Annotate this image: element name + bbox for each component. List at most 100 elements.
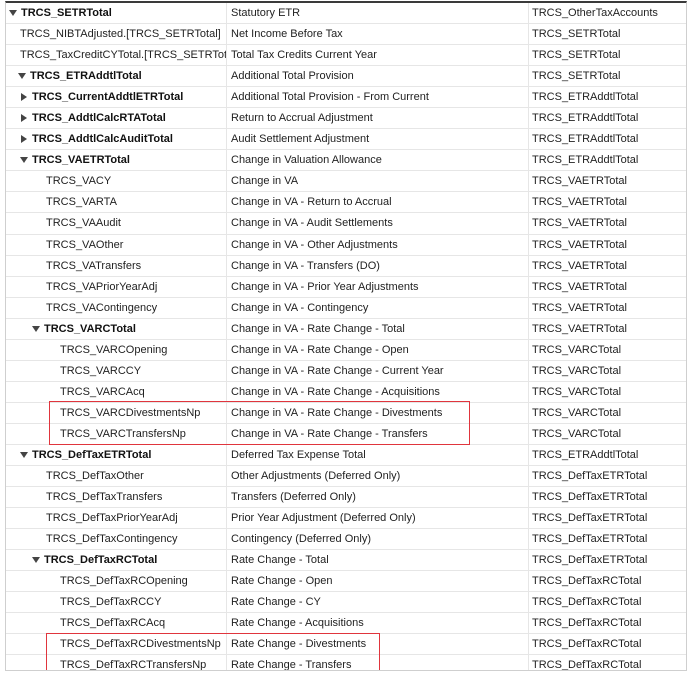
table-row[interactable]: TRCS_VARCDivestmentsNp Change in VA - Rat…	[6, 402, 686, 424]
table-row[interactable]: TRCS_VACY Change in VA TRCS_VAETRTotal	[6, 171, 686, 193]
member-name: TRCS_DefTaxRCDivestmentsNp	[60, 638, 221, 651]
member-parent: TRCS_VAETRTotal	[528, 171, 686, 192]
member-name: TRCS_VAContingency	[46, 301, 158, 314]
member-parent: TRCS_DefTaxRCTotal	[528, 613, 686, 634]
collapse-triangle-icon[interactable]	[21, 135, 27, 144]
member-parent: TRCS_VARCTotal	[528, 381, 686, 402]
table-row[interactable]: TRCS_CurrentAddtlETRTotal Additional Tota…	[6, 87, 686, 109]
table-row[interactable]: TRCS_DefTaxOther Other Adjustments (Defer…	[6, 466, 686, 488]
member-description: Rate Change - Open	[226, 571, 528, 592]
collapse-triangle-icon[interactable]	[21, 114, 27, 123]
member-description: Contingency (Deferred Only)	[226, 529, 528, 550]
table-row[interactable]: TRCS_VAPriorYearAdj Change in VA - Prior …	[6, 276, 686, 298]
table-row[interactable]: TRCS_VARCCY Change in VA - Rate Change - …	[6, 360, 686, 382]
member-name-cell: TRCS_ETRAddtlTotal	[6, 66, 226, 86]
member-name: TRCS_NIBTAdjusted.[TRCS_SETRTotal]	[20, 28, 221, 41]
member-parent: TRCS_DefTaxETRTotal	[528, 487, 686, 508]
member-description: Change in VA - Other Adjustments	[226, 234, 528, 255]
table-row[interactable]: TRCS_DefTaxTransfers Transfers (Deferred …	[6, 487, 686, 509]
table-row[interactable]: TRCS_VAAudit Change in VA - Audit Settlem…	[6, 213, 686, 235]
collapse-triangle-icon[interactable]	[21, 93, 27, 102]
table-row[interactable]: TRCS_VATransfers Change in VA - Transfers…	[6, 255, 686, 277]
table-row[interactable]: TRCS_VARTA Change in VA - Return to Accru…	[6, 192, 686, 214]
table-row[interactable]: TRCS_VAOther Change in VA - Other Adjustm…	[6, 234, 686, 256]
table-row[interactable]: TRCS_NIBTAdjusted.[TRCS_SETRTotal] Net In…	[6, 24, 686, 46]
table-row[interactable]: TRCS_VARCTotal Change in VA - Rate Change…	[6, 318, 686, 340]
table-row[interactable]: TRCS_VAContingency Change in VA - Conting…	[6, 297, 686, 319]
member-parent: TRCS_ETRAddtlTotal	[528, 108, 686, 129]
member-parent: TRCS_VARCTotal	[528, 339, 686, 360]
table-row[interactable]: TRCS_ETRAddtlTotal Additional Total Provi…	[6, 66, 686, 88]
member-name-cell: TRCS_VARCDivestmentsNp	[6, 403, 226, 423]
table-row[interactable]: TRCS_DefTaxRCOpening Rate Change - Open TR…	[6, 571, 686, 593]
member-description: Change in VA - Audit Settlements	[226, 213, 528, 234]
member-description: Rate Change - Transfers	[226, 655, 528, 670]
member-name-cell: TRCS_DefTaxRCDivestmentsNp	[6, 634, 226, 654]
table-row[interactable]: TRCS_DefTaxRCTransfersNp Rate Change - Tr…	[6, 655, 686, 670]
member-parent: TRCS_VAETRTotal	[528, 255, 686, 276]
table-row[interactable]: TRCS_DefTaxETRTotal Deferred Tax Expense …	[6, 444, 686, 467]
member-name: TRCS_TaxCreditCYTotal.[TRCS_SETRTotal]	[20, 49, 226, 62]
expand-triangle-icon[interactable]	[20, 157, 28, 164]
member-name-cell: TRCS_DefTaxETRTotal	[6, 445, 226, 465]
member-parent: TRCS_VAETRTotal	[528, 318, 686, 339]
table-row[interactable]: TRCS_DefTaxRCAcq Rate Change - Acquisitio…	[6, 613, 686, 635]
member-name-cell: TRCS_DefTaxContingency	[6, 529, 226, 549]
member-description: Net Income Before Tax	[226, 24, 528, 45]
member-name: TRCS_VARCTransfersNp	[60, 427, 186, 440]
member-name: TRCS_VARCDivestmentsNp	[60, 406, 201, 419]
table-row[interactable]: TRCS_VAETRTotal Change in Valuation Allow…	[6, 150, 686, 172]
table-row[interactable]: TRCS_TaxCreditCYTotal.[TRCS_SETRTotal] To…	[6, 45, 686, 67]
member-name-cell: TRCS_DefTaxRCOpening	[6, 571, 226, 591]
table-row[interactable]: TRCS_VARCTransfersNp Change in VA - Rate …	[6, 423, 686, 445]
member-parent: TRCS_VARCTotal	[528, 402, 686, 423]
member-name: TRCS_VAOther	[46, 238, 124, 251]
member-name: TRCS_VARCAcq	[60, 385, 145, 398]
member-description: Return to Accrual Adjustment	[226, 108, 528, 129]
member-name: TRCS_AddtlCalcAuditTotal	[32, 133, 173, 146]
member-name-cell: TRCS_NIBTAdjusted.[TRCS_SETRTotal]	[6, 24, 226, 44]
member-description: Additional Total Provision	[226, 66, 528, 87]
expand-triangle-icon[interactable]	[9, 10, 17, 17]
member-description: Change in VA - Rate Change - Total	[226, 318, 528, 339]
table-row[interactable]: TRCS_VARCAcq Change in VA - Rate Change -…	[6, 381, 686, 403]
table-row[interactable]: TRCS_AddtlCalcAuditTotal Audit Settlement…	[6, 129, 686, 151]
member-name: TRCS_DefTaxTransfers	[46, 491, 163, 504]
member-hierarchy-grid: TRCS_SETRTotal Statutory ETR TRCS_OtherTax…	[5, 1, 687, 671]
member-name-cell: TRCS_VARTA	[6, 192, 226, 212]
expand-triangle-icon[interactable]	[32, 557, 40, 564]
member-name: TRCS_DefTaxRCOpening	[60, 575, 188, 588]
table-row[interactable]: TRCS_SETRTotal Statutory ETR TRCS_OtherTax…	[6, 3, 686, 25]
member-description: Change in VA - Rate Change - Acquisition…	[226, 381, 528, 402]
member-parent: TRCS_VARCTotal	[528, 360, 686, 381]
table-row[interactable]: TRCS_DefTaxPriorYearAdj Prior Year Adjust…	[6, 508, 686, 530]
member-name-cell: TRCS_DefTaxTransfers	[6, 487, 226, 507]
grid-body: TRCS_SETRTotal Statutory ETR TRCS_OtherTax…	[6, 3, 686, 670]
member-name-cell: TRCS_VARCAcq	[6, 382, 226, 402]
member-parent: TRCS_DefTaxRCTotal	[528, 592, 686, 613]
table-row[interactable]: TRCS_DefTaxRCDivestmentsNp Rate Change - …	[6, 634, 686, 656]
table-row[interactable]: TRCS_VARCOpening Change in VA - Rate Chan…	[6, 339, 686, 361]
member-name-cell: TRCS_DefTaxRCAcq	[6, 613, 226, 633]
member-description: Change in VA	[226, 171, 528, 192]
expand-triangle-icon[interactable]	[32, 325, 40, 332]
expand-triangle-icon[interactable]	[18, 73, 26, 80]
member-parent: TRCS_DefTaxETRTotal	[528, 529, 686, 550]
member-parent: TRCS_VAETRTotal	[528, 276, 686, 297]
member-name-cell: TRCS_VAETRTotal	[6, 150, 226, 170]
table-row[interactable]: TRCS_DefTaxRCCY Rate Change - CY TRCS_DefT…	[6, 592, 686, 614]
member-name-cell: TRCS_AddtlCalcRTATotal	[6, 108, 226, 128]
member-name: TRCS_VARCTotal	[44, 322, 136, 335]
member-description: Audit Settlement Adjustment	[226, 129, 528, 150]
member-parent: TRCS_SETRTotal	[528, 45, 686, 66]
member-name: TRCS_VAAudit	[46, 217, 121, 230]
table-row[interactable]: TRCS_AddtlCalcRTATotal Return to Accrual …	[6, 108, 686, 130]
expand-triangle-icon[interactable]	[20, 452, 28, 458]
member-name-cell: TRCS_AddtlCalcAuditTotal	[6, 129, 226, 149]
member-name: TRCS_VARCOpening	[60, 343, 168, 356]
member-parent: TRCS_DefTaxETRTotal	[528, 466, 686, 487]
member-name-cell: TRCS_SETRTotal	[6, 3, 226, 23]
member-description: Change in VA - Transfers (DO)	[226, 255, 528, 276]
table-row[interactable]: TRCS_DefTaxRCTotal Rate Change - Total TRC…	[6, 550, 686, 572]
table-row[interactable]: TRCS_DefTaxContingency Contingency (Defer…	[6, 529, 686, 551]
